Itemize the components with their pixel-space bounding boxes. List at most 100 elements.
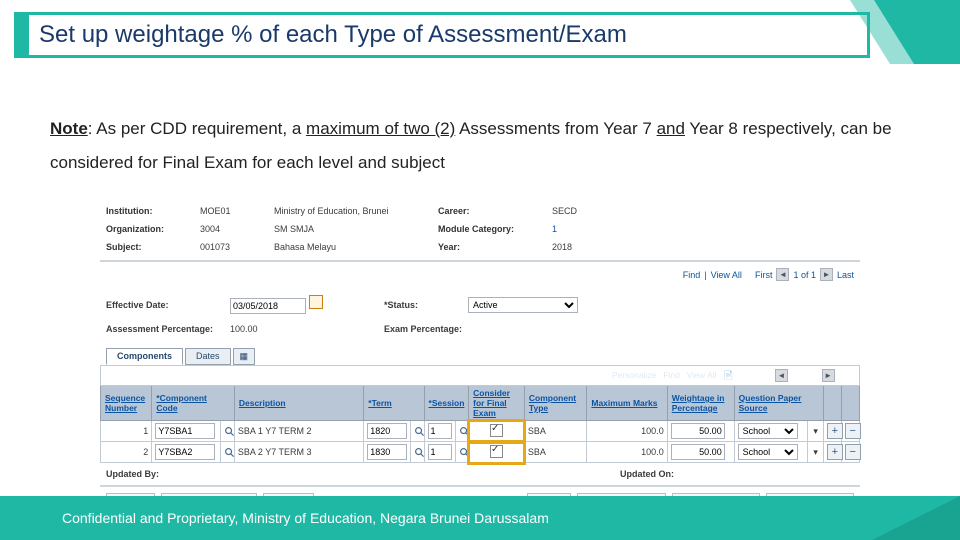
- title-accent-block: [14, 12, 26, 58]
- code-input[interactable]: [155, 423, 215, 439]
- calendar-icon[interactable]: [309, 295, 323, 309]
- note-text: Note: As per CDD requirement, a maximum …: [50, 112, 910, 180]
- cell-code: [152, 442, 221, 463]
- tab-components[interactable]: Components: [106, 348, 183, 365]
- cell-weight: [667, 421, 734, 442]
- delete-row-button[interactable]: −: [845, 444, 861, 460]
- qsrc-select[interactable]: School: [738, 444, 798, 460]
- personalize-link[interactable]: Personalize: [612, 370, 656, 380]
- col-term[interactable]: *Term: [368, 398, 391, 408]
- session-input[interactable]: [428, 423, 452, 439]
- cell-weight: [667, 442, 734, 463]
- session-input[interactable]: [428, 444, 452, 460]
- effective-date-input[interactable]: [230, 298, 306, 314]
- weight-input[interactable]: [671, 444, 725, 460]
- organization-label: Organization:: [106, 224, 196, 234]
- slide-title-bar: Set up weightage % of each Type of Asses…: [0, 0, 960, 64]
- add-row-button[interactable]: +: [827, 444, 843, 460]
- lookup-icon[interactable]: [459, 447, 470, 458]
- cell-ctype: SBA: [524, 442, 586, 463]
- lookup-icon[interactable]: [459, 426, 470, 437]
- col-qsrc[interactable]: Question Paper Source: [739, 393, 802, 413]
- lookup-icon[interactable]: [414, 426, 425, 437]
- table-row: 1SBA 1 Y7 TERM 2SBA100.0School▾+−: [101, 421, 860, 442]
- term-input[interactable]: [367, 423, 407, 439]
- weight-input[interactable]: [671, 423, 725, 439]
- col-weight[interactable]: Weightage in Percentage: [672, 393, 725, 413]
- term-input[interactable]: [367, 444, 407, 460]
- module-category-label: Module Category:: [438, 224, 548, 234]
- qsrc-select[interactable]: School: [738, 423, 798, 439]
- status-select[interactable]: Active: [468, 297, 578, 313]
- cell-desc: SBA 2 Y7 TERM 3: [234, 442, 363, 463]
- cell-code: [152, 421, 221, 442]
- last-label: Last: [837, 270, 854, 280]
- grid-toolbar: Personalize | Find | View All | 📄 | ▦ Fi…: [101, 366, 860, 386]
- record-nav: Find | View All First ◄ 1 of 1 ► Last: [100, 262, 860, 287]
- exam-pct-label: Exam Percentage:: [384, 324, 464, 334]
- career-label: Career:: [438, 206, 548, 216]
- lookup-icon[interactable]: [224, 447, 235, 458]
- col-consider[interactable]: Consider for Final Exam: [473, 388, 510, 418]
- note-label: Note: [50, 119, 88, 138]
- assess-pct-label: Assessment Percentage:: [106, 324, 226, 334]
- consider-checkbox[interactable]: [490, 445, 503, 458]
- header-info: Institution: MOE01 Ministry of Education…: [100, 198, 860, 260]
- mid-fields: Effective Date: *Status: Active Assessme…: [100, 287, 860, 342]
- next-button[interactable]: ►: [820, 268, 833, 281]
- footer-text: Confidential and Proprietary, Ministry o…: [62, 510, 549, 526]
- grid-tabs: Components Dates ▦: [100, 348, 860, 365]
- find-link[interactable]: Find: [683, 270, 701, 280]
- cell-max: 100.0: [587, 421, 667, 442]
- footer-corner-shape: [872, 496, 960, 540]
- slide-footer: Confidential and Proprietary, Ministry o…: [0, 496, 960, 540]
- effective-date-field: [230, 295, 380, 314]
- institution-name: Ministry of Education, Brunei: [274, 206, 434, 216]
- cell-term: [364, 421, 411, 442]
- table-row: 2SBA 2 Y7 TERM 3SBA100.0School▾+−: [101, 442, 860, 463]
- institution-label: Institution:: [106, 206, 196, 216]
- lookup-icon[interactable]: [414, 447, 425, 458]
- year-value: 2018: [552, 242, 652, 252]
- cell-qsrc: School: [734, 421, 808, 442]
- consider-checkbox[interactable]: [490, 424, 503, 437]
- career-value: SECD: [552, 206, 652, 216]
- organization-value: 3004: [200, 224, 270, 234]
- subject-label: Subject:: [106, 242, 196, 252]
- effective-date-label: Effective Date:: [106, 300, 226, 310]
- cell-seq: 2: [101, 442, 152, 463]
- col-component-code[interactable]: *Component Code: [156, 393, 207, 413]
- cell-qsrc: School: [734, 442, 808, 463]
- cell-max: 100.0: [587, 442, 667, 463]
- code-input[interactable]: [155, 444, 215, 460]
- col-session[interactable]: *Session: [429, 398, 465, 408]
- cell-desc: SBA 1 Y7 TERM 2: [234, 421, 363, 442]
- subject-name: Bahasa Melayu: [274, 242, 434, 252]
- col-ctype[interactable]: Component Type: [529, 393, 576, 413]
- tab-expand[interactable]: ▦: [233, 348, 256, 365]
- col-max[interactable]: Maximum Marks: [591, 398, 657, 408]
- add-row-button[interactable]: +: [827, 423, 843, 439]
- grid-find-link[interactable]: Find: [663, 370, 680, 380]
- assess-pct-value: 100.00: [230, 324, 380, 334]
- prev-button[interactable]: ◄: [776, 268, 789, 281]
- grid-viewall-link[interactable]: View All: [687, 370, 717, 380]
- institution-value: MOE01: [200, 206, 270, 216]
- record-position: 1 of 1: [793, 270, 816, 280]
- title-corner-shape: [850, 0, 960, 64]
- col-sequence[interactable]: Sequence Number: [105, 393, 145, 413]
- cell-consider: [469, 421, 525, 442]
- first-label: First: [755, 270, 773, 280]
- module-category-value[interactable]: 1: [552, 224, 652, 234]
- delete-row-button[interactable]: −: [845, 423, 861, 439]
- grid-position: 1-2 of 2: [790, 370, 819, 380]
- year-label: Year:: [438, 242, 548, 252]
- tab-dates[interactable]: Dates: [185, 348, 231, 365]
- organization-name: SM SMJA: [274, 224, 434, 234]
- status-label: *Status:: [384, 300, 464, 310]
- lookup-icon[interactable]: [224, 426, 235, 437]
- col-description[interactable]: Description: [239, 398, 286, 408]
- updated-by-label: Updated By:: [106, 469, 159, 479]
- update-info: Updated By: Updated On:: [100, 463, 860, 485]
- viewall-link[interactable]: View All: [711, 270, 742, 280]
